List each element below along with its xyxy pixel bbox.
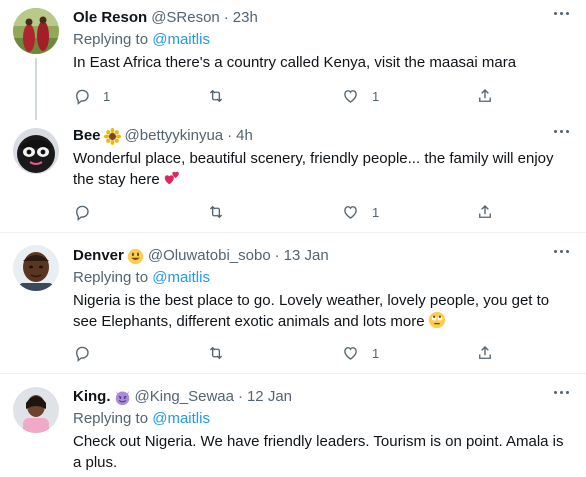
- retweet-button[interactable]: [206, 202, 226, 222]
- heart-icon: [344, 206, 357, 219]
- reply-button[interactable]: [73, 343, 103, 363]
- retweet-icon: [209, 205, 223, 219]
- avatar[interactable]: [13, 387, 59, 433]
- heart-icon: [344, 347, 357, 360]
- mention-link[interactable]: @maitlis: [152, 31, 210, 48]
- user-handle[interactable]: @bettyykinyua: [125, 126, 224, 146]
- two-hearts-icon: [163, 169, 181, 187]
- sunflower-icon: [103, 127, 121, 145]
- timestamp[interactable]: 12 Jan: [247, 387, 292, 407]
- timestamp[interactable]: 23h: [233, 8, 258, 28]
- retweet-icon: [209, 89, 223, 103]
- replying-to-label: Replying to: [73, 269, 149, 286]
- tweet-text: Check out Nigeria. We have friendly lead…: [73, 433, 564, 471]
- display-name[interactable]: Denver: [73, 246, 124, 266]
- like-count: 1: [372, 345, 380, 361]
- user-handle[interactable]: @SReson: [151, 8, 220, 28]
- replying-to: Replying to @maitlis: [73, 268, 572, 288]
- replying-to: Replying to @maitlis: [73, 409, 572, 429]
- share-button[interactable]: [476, 343, 494, 363]
- like-count: 1: [372, 88, 380, 104]
- user-handle[interactable]: @King_Sewaa: [135, 387, 234, 407]
- reply-button[interactable]: 1: [73, 86, 110, 106]
- display-name[interactable]: Ole Reson: [73, 8, 147, 28]
- tweet-ole-reson[interactable]: Ole Reson @SReson · 23h Replying to @mai…: [0, 0, 586, 120]
- avatar[interactable]: [13, 245, 59, 291]
- avatar[interactable]: [13, 128, 59, 174]
- like-button[interactable]: 1: [341, 343, 379, 363]
- tweet-actions: 1: [73, 343, 503, 363]
- share-button[interactable]: [476, 202, 494, 222]
- avatar[interactable]: [13, 8, 59, 54]
- share-icon: [479, 89, 491, 102]
- more-options-icon[interactable]: [554, 130, 572, 136]
- mention-link[interactable]: @maitlis: [152, 269, 210, 286]
- timestamp[interactable]: 13 Jan: [284, 246, 329, 266]
- tweet-actions: 1 1: [73, 86, 503, 106]
- reply-button[interactable]: [73, 202, 103, 222]
- like-button[interactable]: 1: [341, 86, 379, 106]
- replying-to-label: Replying to: [73, 410, 149, 427]
- tweet-bee[interactable]: Bee @bettyykinyua · 4h Wonderful place, …: [0, 112, 586, 230]
- tweet-actions: 1: [73, 202, 503, 222]
- separator-dot: ·: [274, 247, 280, 264]
- replying-to-label: Replying to: [73, 31, 149, 48]
- separator-dot: ·: [223, 9, 229, 26]
- reply-count: 1: [103, 88, 111, 104]
- reply-icon: [76, 89, 89, 105]
- replying-to: Replying to @maitlis: [73, 30, 572, 50]
- smiling-devil-icon: [114, 389, 131, 406]
- share-button[interactable]: [476, 86, 494, 106]
- tweet-king[interactable]: King. @King_Sewaa · 12 Jan Replying to @…: [0, 374, 586, 477]
- display-name[interactable]: Bee: [73, 126, 101, 146]
- smiley-face-icon: [127, 248, 144, 265]
- share-icon: [479, 205, 491, 218]
- reply-icon: [76, 205, 89, 221]
- timestamp[interactable]: 4h: [236, 126, 253, 146]
- heart-icon: [344, 90, 357, 103]
- display-name[interactable]: King.: [73, 387, 111, 407]
- reply-icon: [76, 346, 89, 362]
- rolling-eyes-face-icon: [428, 311, 446, 329]
- share-icon: [479, 346, 491, 359]
- more-options-icon[interactable]: [554, 12, 572, 18]
- separator-dot: ·: [237, 388, 243, 405]
- more-options-icon[interactable]: [554, 391, 572, 397]
- thread-line: [35, 58, 37, 120]
- tweet-text: Wonderful place, beautiful scenery, frie…: [73, 150, 554, 188]
- tweet-text: Nigeria is the best place to go. Lovely …: [73, 292, 550, 330]
- tweet-denver[interactable]: Denver @Oluwatobi_sobo · 13 Jan Replying…: [0, 233, 586, 373]
- more-options-icon[interactable]: [554, 250, 572, 256]
- like-button[interactable]: 1: [341, 202, 379, 222]
- like-count: 1: [372, 204, 380, 220]
- user-handle[interactable]: @Oluwatobi_sobo: [148, 246, 271, 266]
- retweet-button[interactable]: [206, 343, 226, 363]
- tweet-text: In East Africa there's a country called …: [73, 54, 517, 71]
- retweet-button[interactable]: [206, 86, 226, 106]
- mention-link[interactable]: @maitlis: [152, 410, 210, 427]
- separator-dot: ·: [227, 127, 233, 144]
- retweet-icon: [209, 346, 223, 360]
